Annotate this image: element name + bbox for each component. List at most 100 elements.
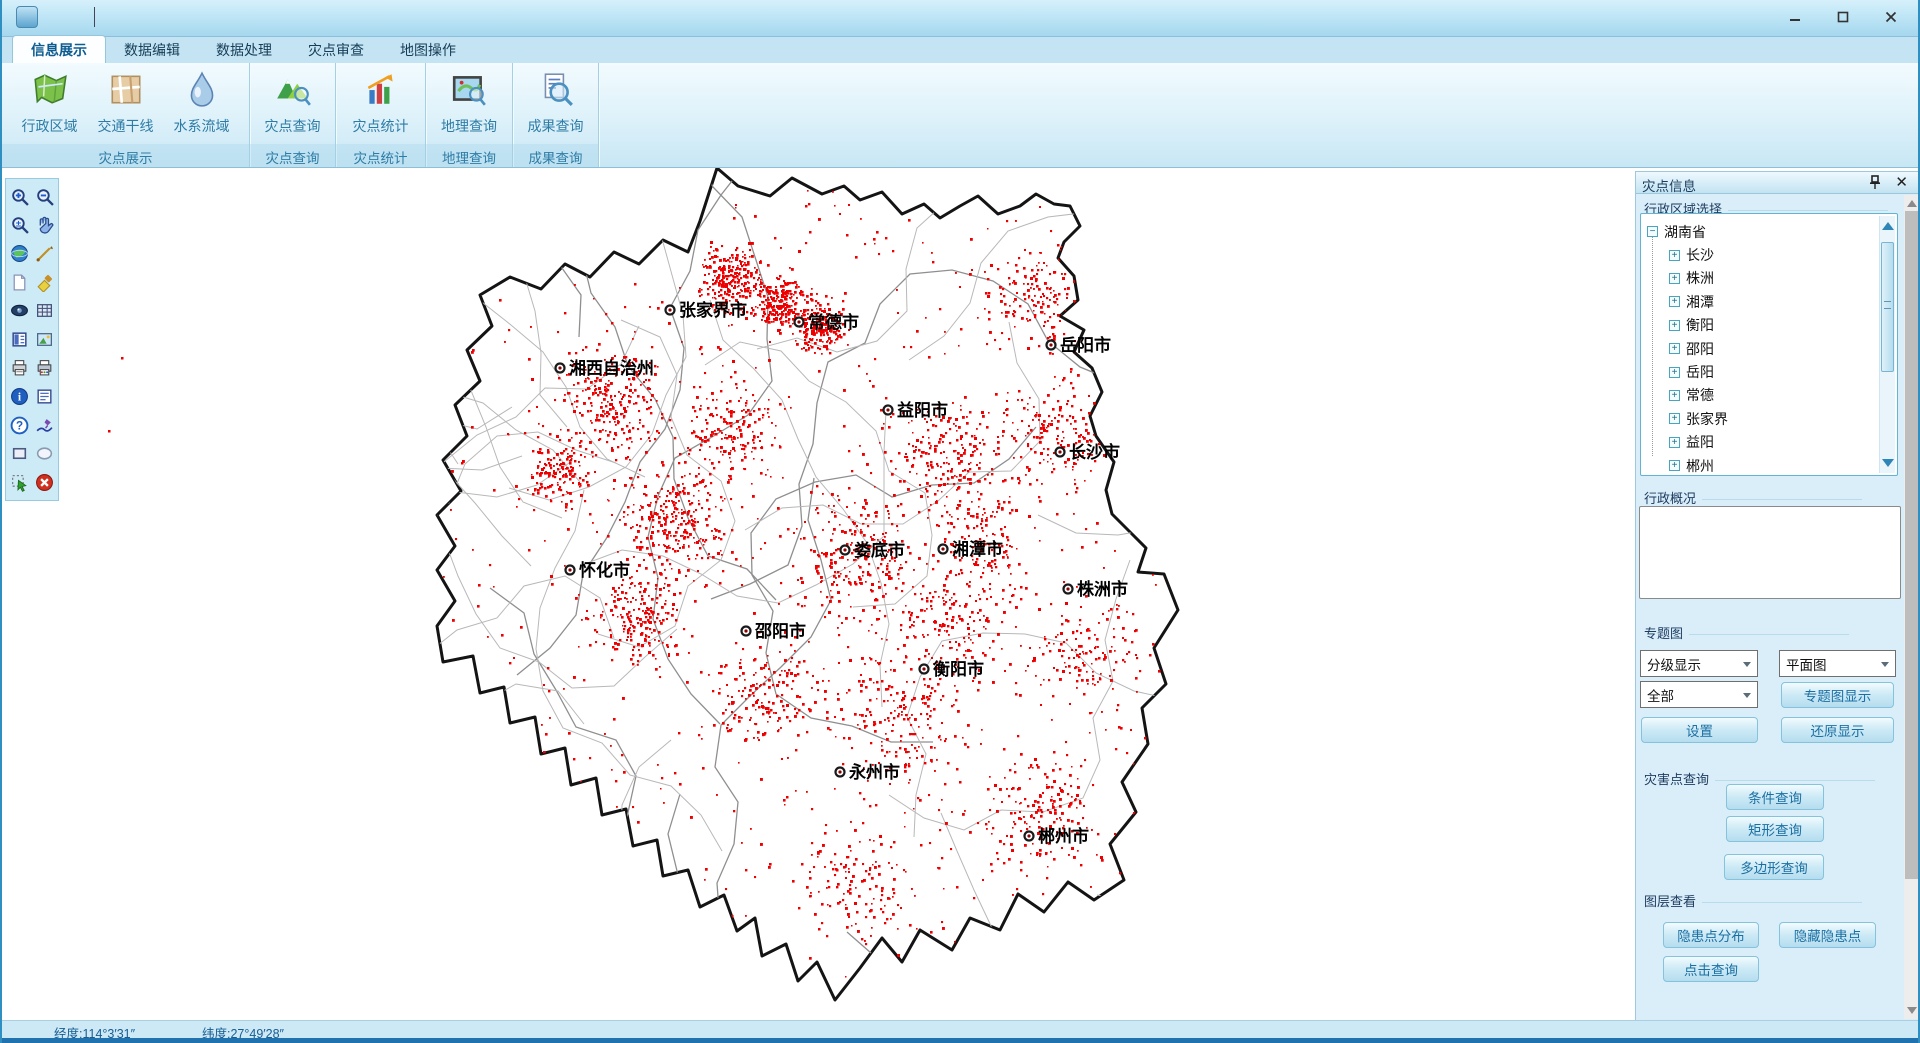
panel-close-icon[interactable]: ✕ [1895,173,1908,191]
panel-scrollbar-thumb[interactable] [1905,211,1920,879]
polygon-query-button[interactable]: 多边形查询 [1724,854,1824,880]
grade-display-dropdown[interactable]: 分级显示 [1640,650,1758,677]
tab-0[interactable]: 信息展示 [12,35,106,63]
pan-hand-icon[interactable] [34,214,56,236]
expand-icon[interactable]: + [1669,413,1680,424]
dropdown-value: 平面图 [1786,654,1827,674]
condition-query-button[interactable]: 条件查询 [1726,784,1824,810]
tab-2[interactable]: 数据处理 [198,36,290,63]
plan-view-dropdown[interactable]: 平面图 [1779,650,1896,677]
tree-item-郴州[interactable]: +郴州 [1647,454,1875,476]
hazard-distribution-button[interactable]: 隐患点分布 [1663,922,1759,948]
settings-button[interactable]: 设置 [1641,717,1758,743]
expand-icon[interactable]: + [1669,437,1680,448]
expand-icon[interactable]: + [1669,250,1680,261]
overview-textbox[interactable] [1639,506,1901,599]
map-search-button[interactable]: 地理查询 [431,66,507,144]
expand-icon[interactable]: + [1669,343,1680,354]
panel-title: 灾点信息 [1642,179,1696,194]
scroll-down-icon[interactable] [1882,459,1894,467]
tree-item-常德[interactable]: +常德 [1647,384,1875,407]
tree-item-岳阳[interactable]: +岳阳 [1647,360,1875,383]
app-window: 信息展示数据编辑数据处理灾点审查地图操作 行政区域交通干线水系流域灾点展示灾点查… [0,0,1920,1043]
admin-region-map-button[interactable]: 行政区域 [12,66,88,144]
map-tool-palette: ± i? [5,178,59,501]
chevron-down-icon [1743,693,1751,698]
minimize-icon[interactable] [1784,8,1806,26]
traffic-map-button[interactable]: 交通干线 [88,66,164,144]
title-bar [2,0,1918,37]
city-label: 怀化市 [579,560,630,580]
tab-3[interactable]: 灾点审查 [290,36,382,63]
rectangle-tool-icon[interactable] [9,443,31,465]
result-search-button[interactable]: 成果查询 [518,66,594,144]
delete-icon[interactable] [34,471,56,493]
tree-item-湘潭[interactable]: +湘潭 [1647,290,1875,313]
city-label: 邵阳市 [754,621,806,641]
bar-chart-button[interactable]: 灾点统计 [343,66,419,144]
collapse-icon[interactable]: − [1647,226,1658,237]
pin-icon[interactable] [1868,175,1882,190]
measure-line-icon[interactable] [34,242,56,264]
map-workspace: 张家界市常德市岳阳市湘西自治州益阳市长沙市娄底市湘潭市怀化市株洲市邵阳市衡阳市永… [2,168,1920,1020]
city-marker: 湘西自治州 [556,358,655,378]
expand-icon[interactable]: + [1669,273,1680,284]
tree-item-长沙[interactable]: +长沙 [1647,243,1875,266]
maximize-icon[interactable] [1832,8,1854,26]
map-canvas[interactable]: 张家界市常德市岳阳市湘西自治州益阳市长沙市娄底市湘潭市怀化市株洲市邵阳市衡阳市永… [2,168,1635,1020]
scroll-down-icon[interactable] [1907,1007,1917,1014]
scroll-up-icon[interactable] [1907,200,1917,207]
expand-icon[interactable]: + [1669,460,1680,471]
hide-hazard-button[interactable]: 隐藏隐患点 [1779,922,1876,948]
tree-scrollbar[interactable] [1879,216,1895,473]
admin-region-map-icon [31,66,69,116]
expand-icon[interactable]: + [1669,390,1680,401]
ellipse-tool-icon[interactable] [34,443,56,465]
eraser-brush-icon[interactable] [34,271,56,293]
help-icon[interactable]: ? [9,414,31,436]
image-icon[interactable] [34,328,56,350]
tree-item-邵阳[interactable]: +邵阳 [1647,337,1875,360]
attribute-table-icon[interactable] [34,300,56,322]
info-icon[interactable]: i [9,385,31,407]
expand-icon[interactable]: + [1669,320,1680,331]
svg-text:±: ± [16,219,21,230]
tree-item-株洲[interactable]: +株洲 [1647,267,1875,290]
tree-item-益阳[interactable]: +益阳 [1647,431,1875,454]
tree-scrollbar-thumb[interactable] [1881,242,1894,372]
zoom-extent-icon[interactable]: ± [9,214,31,236]
ribbon-group-1: 灾点查询灾点查询 [250,63,336,167]
city-label: 湘西自治州 [569,358,654,378]
zoom-out-icon[interactable] [34,185,56,207]
mountain-search-button[interactable]: 灾点查询 [255,66,331,144]
click-query-button[interactable]: 点击查询 [1663,956,1759,982]
thematic-show-button[interactable]: 专题图显示 [1781,682,1894,708]
rectangle-query-button[interactable]: 矩形查询 [1726,816,1824,842]
select-marquee-icon[interactable] [9,471,31,493]
scroll-up-icon[interactable] [1882,222,1894,230]
water-drop-button[interactable]: 水系流域 [164,66,240,144]
legend-window-icon[interactable] [9,328,31,350]
close-icon[interactable] [1880,8,1902,26]
zoom-in-icon[interactable] [9,185,31,207]
app-logo-icon [16,6,38,28]
expand-icon[interactable]: + [1669,296,1680,307]
tree-item-张家界[interactable]: +张家界 [1647,407,1875,430]
document-icon[interactable] [34,385,56,407]
ribbon-group-4: 成果查询成果查询 [513,63,599,167]
tab-1[interactable]: 数据编辑 [106,36,198,63]
globe-icon[interactable] [9,242,31,264]
printer-icon[interactable] [9,357,31,379]
tree-item-衡阳[interactable]: +衡阳 [1647,314,1875,337]
all-dropdown[interactable]: 全部 [1640,681,1758,708]
panel-scrollbar[interactable] [1904,195,1920,1019]
blank-page-icon[interactable] [9,271,31,293]
restore-display-button[interactable]: 还原显示 [1781,717,1894,743]
tree-item-湖南省[interactable]: −湖南省 [1647,220,1875,243]
printer-color-icon[interactable] [34,357,56,379]
tab-4[interactable]: 地图操作 [382,36,474,63]
city-label: 湘潭市 [952,539,1003,559]
sketch-pen-icon[interactable] [34,414,56,436]
eye-icon[interactable] [9,300,31,322]
expand-icon[interactable]: + [1669,367,1680,378]
